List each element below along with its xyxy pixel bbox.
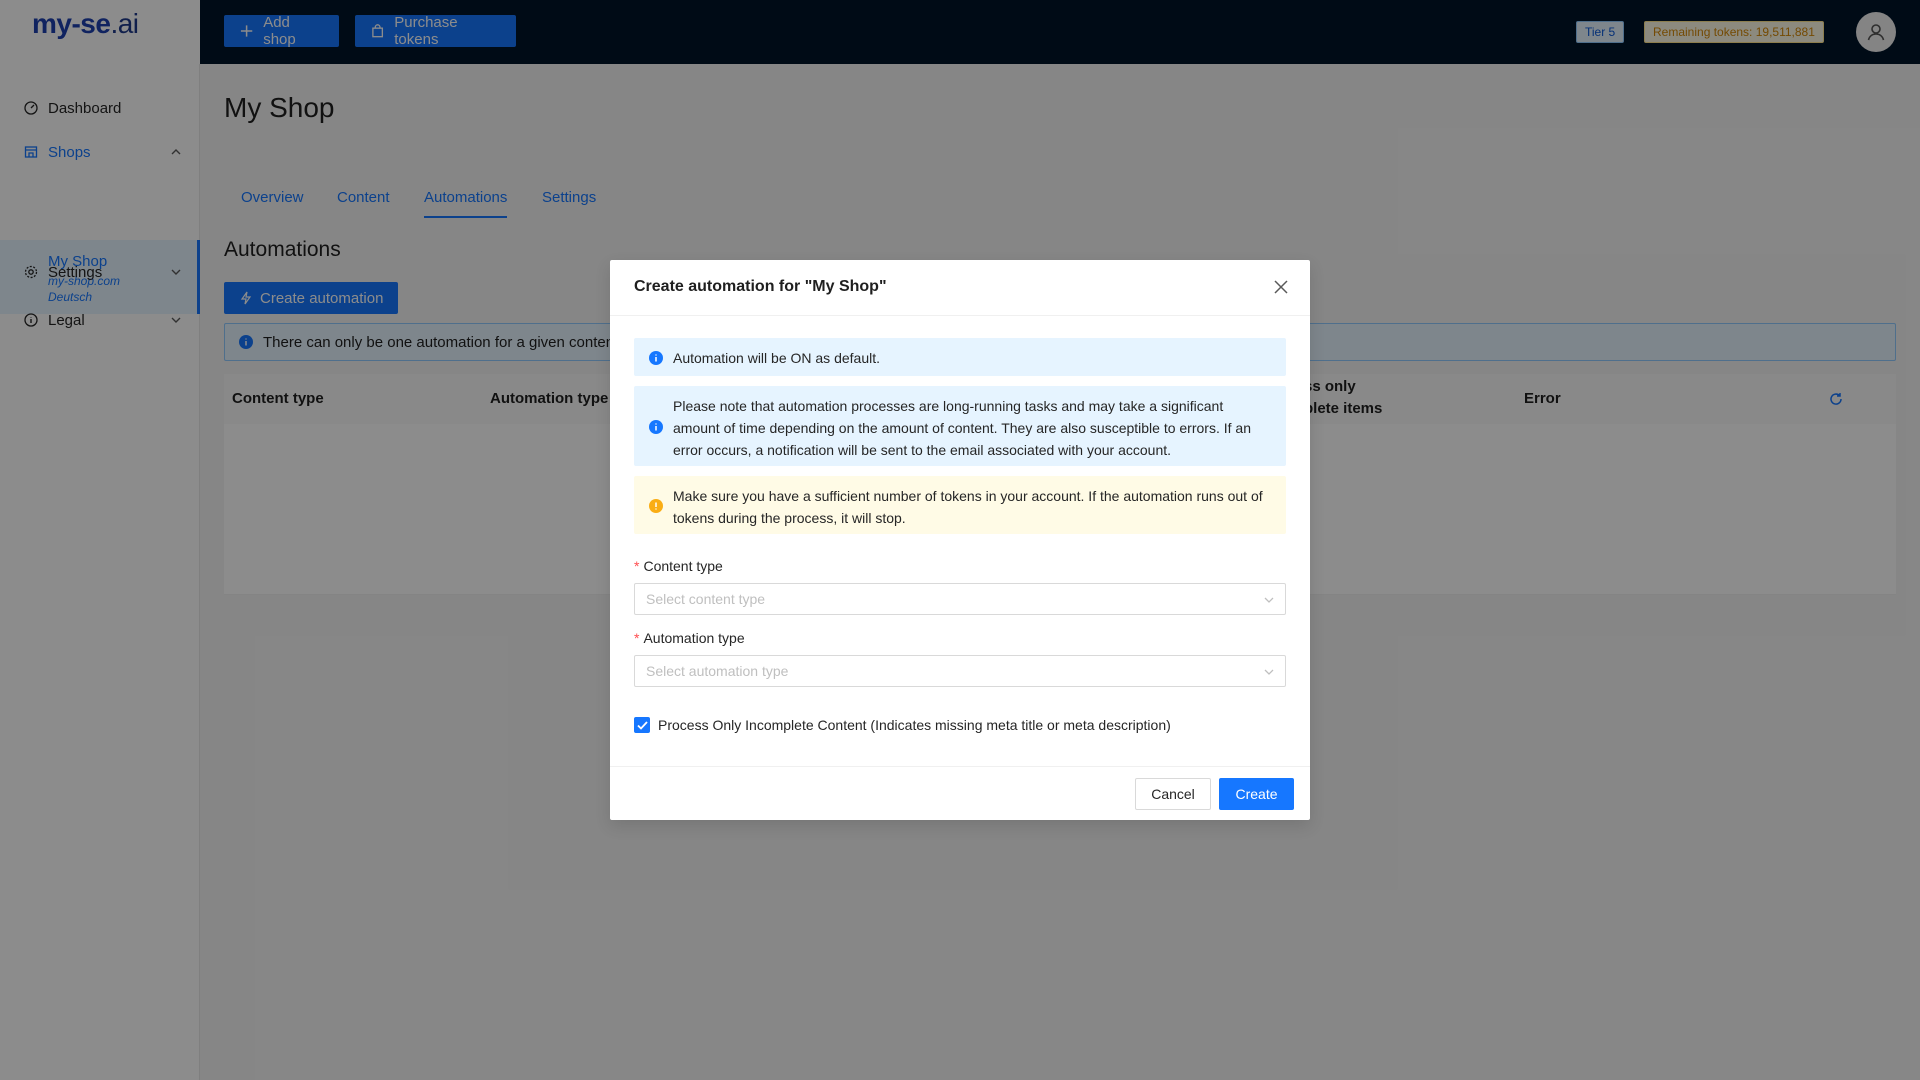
process-incomplete-checkbox-row[interactable]: Process Only Incomplete Content (Indicat… (634, 717, 1171, 733)
alert-token-warning: Make sure you have a sufficient number o… (634, 476, 1286, 534)
info-circle-icon (649, 420, 663, 434)
chevron-down-icon (1264, 669, 1274, 675)
alert-long-running-note: Please note that automation processes ar… (634, 386, 1286, 466)
warning-circle-icon (649, 499, 663, 513)
chevron-down-icon (1264, 597, 1274, 603)
content-type-label: * Content type (634, 558, 723, 574)
cancel-button[interactable]: Cancel (1135, 778, 1211, 810)
create-button[interactable]: Create (1219, 778, 1294, 810)
alert-default-on: Automation will be ON as default. (634, 338, 1286, 376)
process-incomplete-checkbox[interactable] (634, 717, 650, 733)
check-icon (636, 720, 648, 730)
modal-footer-divider (610, 766, 1310, 767)
info-circle-icon (649, 351, 663, 365)
content-type-select[interactable]: Select content type (634, 583, 1286, 615)
automation-type-label: * Automation type (634, 630, 745, 646)
create-automation-modal: Create automation for "My Shop" Automati… (610, 260, 1310, 820)
modal-title: Create automation for "My Shop" (634, 278, 887, 295)
close-icon[interactable] (1272, 278, 1290, 296)
modal-header-divider (610, 315, 1310, 316)
automation-type-select[interactable]: Select automation type (634, 655, 1286, 687)
process-incomplete-label: Process Only Incomplete Content (Indicat… (658, 717, 1171, 733)
